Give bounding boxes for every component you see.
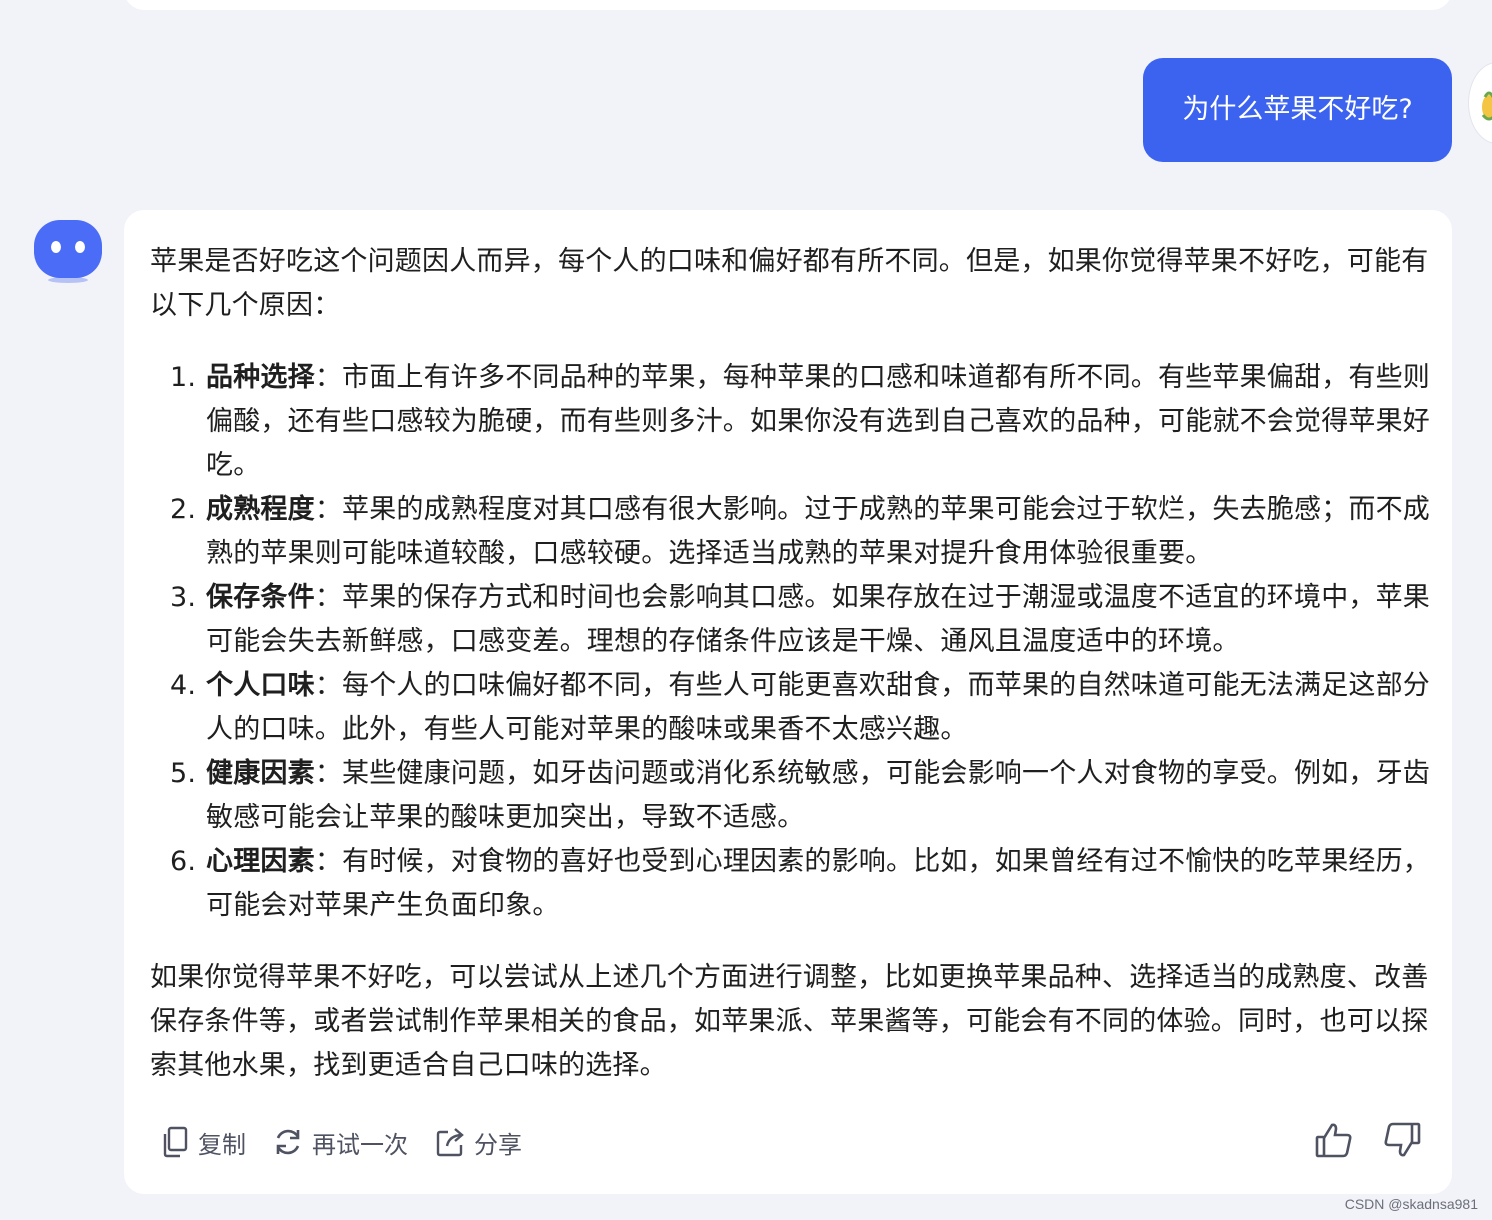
refresh-icon [276, 1129, 300, 1155]
answer-intro: 苹果是否好吃这个问题因人而异，每个人的口味和偏好都有所不同。但是，如果你觉得苹果… [150, 246, 1429, 321]
answer-body: 苹果是否好吃这个问题因人而异，每个人的口味和偏好都有所不同。但是，如果你觉得苹果… [150, 240, 1440, 1088]
reason-term: 成熟程度 [206, 494, 315, 525]
share-icon [436, 1128, 464, 1157]
retry-button[interactable]: 再试一次 [272, 1125, 408, 1160]
watermark: CSDN @skadnsa981 [1344, 1196, 1478, 1212]
reason-term: 保存条件 [206, 582, 315, 613]
answer-conclusion: 如果你觉得苹果不好吃，可以尝试从上述几个方面进行调整，比如更换苹果品种、选择适当… [150, 962, 1429, 1081]
reason-text: ：每个人的口味偏好都不同，有些人可能更喜欢甜食，而苹果的自然味道可能无法满足这部… [206, 670, 1431, 745]
share-button[interactable]: 分享 [434, 1125, 522, 1160]
reasons-list: 1. 品种选择：市面上有许多不同品种的苹果，每种苹果的口感和味道都有所不同。有些苹… [150, 356, 1440, 928]
reason-number: 4. [170, 670, 197, 701]
reason-text: ：苹果的保存方式和时间也会影响其口感。如果存放在过于潮湿或温度不适宜的环境中，苹… [206, 582, 1431, 657]
feedback-buttons [1286, 1120, 1422, 1160]
user-message-bubble: 为什么苹果不好吃? [1143, 58, 1452, 162]
share-label: 分享 [474, 1130, 522, 1159]
reason-number: 5. [170, 758, 197, 789]
reason-item: 3. 保存条件：苹果的保存方式和时间也会影响其口感。如果存放在过于潮湿或温度不适宜… [150, 576, 1440, 664]
dislike-button[interactable] [1382, 1120, 1422, 1160]
reason-number: 1. [170, 362, 197, 393]
reason-term: 健康因素 [206, 758, 315, 789]
thumbs-down-icon [1384, 1122, 1421, 1157]
previous-message-card [124, 0, 1452, 10]
reason-text: ：某些健康问题，如牙齿问题或消化系统敏感，可能会影响一个人对食物的享受。例如，牙… [206, 758, 1431, 833]
user-avatar-icon [1481, 91, 1492, 121]
user-message-text: 为什么苹果不好吃? [1182, 94, 1413, 125]
user-avatar[interactable] [1468, 62, 1492, 144]
copy-label: 复制 [198, 1130, 246, 1159]
bot-avatar [28, 216, 108, 288]
assistant-answer-card: 苹果是否好吃这个问题因人而异，每个人的口味和偏好都有所不同。但是，如果你觉得苹果… [124, 210, 1452, 1194]
reason-text: ：有时候，对食物的喜好也受到心理因素的影响。比如，如果曾经有过不愉快的吃苹果经历… [206, 846, 1431, 921]
retry-label: 再试一次 [312, 1130, 408, 1159]
copy-icon [163, 1126, 188, 1158]
like-button[interactable] [1314, 1120, 1354, 1160]
reason-text: ：苹果的成熟程度对其口感有很大影响。过于成熟的苹果可能会过于软烂，失去脆感；而不… [206, 494, 1431, 569]
reason-item: 1. 品种选择：市面上有许多不同品种的苹果，每种苹果的口感和味道都有所不同。有些苹… [150, 356, 1440, 488]
thumbs-up-icon [1315, 1123, 1352, 1158]
reason-number: 3. [170, 582, 197, 613]
reason-term: 个人口味 [206, 670, 315, 701]
reason-item: 2. 成熟程度：苹果的成熟程度对其口感有很大影响。过于成熟的苹果可能会过于软烂，失… [150, 488, 1440, 576]
reason-number: 2. [170, 494, 197, 525]
reason-number: 6. [170, 846, 197, 877]
reason-item: 5. 健康因素：某些健康问题，如牙齿问题或消化系统敏感，可能会影响一个人对食物的享… [150, 752, 1440, 840]
reason-item: 6. 心理因素：有时候，对食物的喜好也受到心理因素的影响。比如，如果曾经有过不愉快… [150, 840, 1440, 928]
reason-term: 心理因素 [206, 846, 315, 877]
reason-term: 品种选择 [206, 362, 315, 393]
reason-item: 4. 个人口味：每个人的口味偏好都不同，有些人可能更喜欢甜食，而苹果的自然味道可能… [150, 664, 1440, 752]
bot-face-icon [34, 220, 102, 283]
answer-actions: 复制 再试一次 分享 [160, 1120, 548, 1164]
reason-text: ：市面上有许多不同品种的苹果，每种苹果的口感和味道都有所不同。有些苹果偏甜，有些… [206, 362, 1431, 481]
copy-button[interactable]: 复制 [160, 1125, 246, 1160]
